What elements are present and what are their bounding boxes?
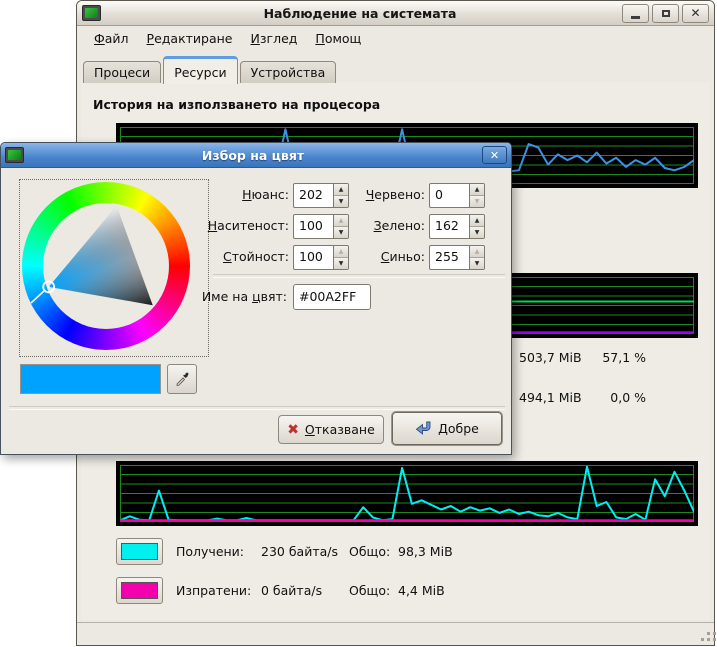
menu-file[interactable]: Файл (85, 28, 138, 49)
swap-used-percent: 0,0 % (539, 390, 646, 405)
spin-down-icon[interactable]: ▼ (470, 227, 484, 238)
cancel-button[interactable]: ✖ Отказване (278, 415, 384, 444)
blue-spinner[interactable]: 255 ▲▼ (429, 245, 485, 270)
hue-value[interactable]: 202 (293, 183, 333, 208)
received-rate: 230 байта/s (261, 544, 338, 559)
menu-edit[interactable]: Редактиране (138, 28, 242, 49)
ok-return-arrow-icon (415, 421, 432, 436)
green-label: Зелено: (331, 218, 425, 233)
color-picker-dialog: Избор на цвят ✕ (0, 142, 512, 455)
received-total: 98,3 MiB (398, 544, 453, 559)
dialog-app-icon (5, 147, 24, 163)
color-wheel[interactable] (22, 182, 190, 350)
menu-view[interactable]: Изглед (242, 28, 307, 49)
received-color-button[interactable] (116, 538, 163, 565)
menu-help[interactable]: Помощ (306, 28, 370, 49)
received-label: Получени: (176, 544, 244, 559)
sent-label: Изпратени: (176, 583, 251, 598)
hue-pointer-line (31, 291, 44, 303)
red-label: Червено: (331, 187, 425, 202)
dialog-close-icon: ✕ (490, 149, 499, 162)
blue-label: Синьо: (331, 249, 425, 264)
sent-total: 4,4 MiB (398, 583, 445, 598)
sent-total-label: Общо: (349, 583, 390, 598)
selected-color-preview (20, 364, 161, 394)
main-window-title: Наблюдение на системата (101, 6, 619, 21)
dialog-titlebar[interactable]: Избор на цвят ✕ (1, 143, 511, 168)
eyedropper-button[interactable] (167, 364, 197, 394)
spin-up-icon[interactable]: ▲ (470, 246, 484, 258)
desktop: Наблюдение на системата ✕ Файл Редактира… (0, 0, 717, 647)
network-history-chart (116, 461, 698, 526)
system-monitor-app-icon (82, 5, 101, 21)
spin-down-icon[interactable]: ▼ (470, 258, 484, 269)
color-name-input[interactable]: #00A2FF (293, 284, 371, 310)
minimize-icon (631, 16, 640, 19)
menubar: Файл Редактиране Изглед Помощ (77, 26, 714, 51)
close-button[interactable]: ✕ (682, 4, 709, 23)
sent-rate: 0 байта/s (261, 583, 322, 598)
resize-grip-icon[interactable] (707, 638, 710, 641)
cancel-x-icon: ✖ (287, 423, 299, 437)
cancel-label: Отказване (305, 422, 375, 437)
dialog-close-button[interactable]: ✕ (482, 146, 507, 164)
green-spinner[interactable]: 162 ▲▼ (429, 214, 485, 239)
tab-devices[interactable]: Устройства (240, 61, 337, 83)
maximize-button[interactable] (652, 4, 679, 23)
sent-color-button[interactable] (116, 577, 163, 604)
minimize-button[interactable] (622, 4, 649, 23)
statusbar (77, 622, 714, 645)
cpu-history-title: История на използването на процесора (93, 97, 380, 112)
eyedropper-icon (174, 371, 190, 387)
dialog-title: Избор на цвят (24, 148, 482, 163)
tab-resources[interactable]: Ресурси (163, 56, 237, 84)
red-value[interactable]: 0 (429, 183, 469, 208)
ok-button[interactable]: Добре (392, 412, 502, 445)
saturation-value[interactable]: 100 (293, 214, 333, 239)
maximize-icon (662, 10, 670, 17)
value-value[interactable]: 100 (293, 245, 333, 270)
ok-label: Добре (438, 421, 479, 436)
memory-used-percent: 57,1 % (539, 350, 646, 365)
received-total-label: Общо: (349, 544, 390, 559)
received-color-swatch (121, 543, 158, 560)
hsv-triangle[interactable] (22, 182, 190, 350)
buttons-separator (9, 406, 505, 410)
red-spinner[interactable]: 0 ▲▼ (429, 183, 485, 208)
spin-up-icon[interactable]: ▲ (470, 215, 484, 227)
main-titlebar[interactable]: Наблюдение на системата ✕ (77, 1, 714, 26)
green-value[interactable]: 162 (429, 214, 469, 239)
blue-value[interactable]: 255 (429, 245, 469, 270)
sent-color-swatch (121, 582, 158, 599)
fields-separator (213, 274, 505, 278)
close-icon: ✕ (690, 7, 700, 19)
spin-up-icon[interactable]: ▲ (470, 184, 484, 196)
tabstrip: Процеси Ресурси Устройства (81, 54, 338, 83)
spin-down-icon[interactable]: ▼ (470, 196, 484, 207)
tab-processes[interactable]: Процеси (83, 61, 161, 83)
